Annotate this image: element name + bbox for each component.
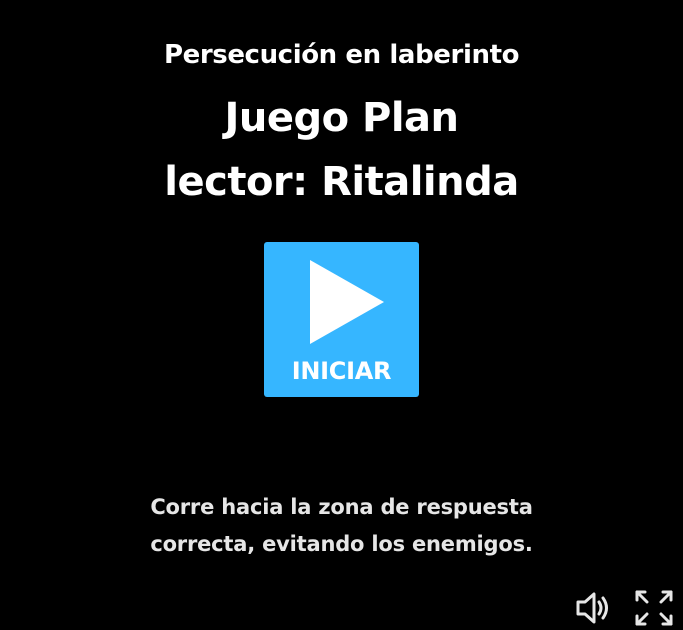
- fullscreen-button[interactable]: [634, 589, 674, 627]
- instructions-text: Corre hacia la zona de respuesta correct…: [0, 489, 683, 563]
- fullscreen-icon: [635, 590, 673, 626]
- start-button-label: INICIAR: [291, 357, 392, 385]
- activity-title: Juego Plan lector: Ritalinda: [0, 86, 683, 214]
- speaker-icon: [576, 592, 608, 624]
- sound-toggle-button[interactable]: [574, 590, 614, 626]
- activity-type-label: Persecución en laberinto: [163, 40, 520, 70]
- activity-title-line-1: Juego Plan: [224, 95, 459, 141]
- start-button[interactable]: INICIAR: [264, 242, 419, 397]
- play-icon: [310, 260, 384, 344]
- activity-title-line-2: lector: Ritalinda: [164, 159, 519, 205]
- game-start-screen: Persecución en laberinto Juego Plan lect…: [0, 0, 683, 630]
- instructions-line-2: correcta, evitando los enemigos.: [150, 532, 533, 556]
- instructions-line-1: Corre hacia la zona de respuesta: [150, 495, 533, 519]
